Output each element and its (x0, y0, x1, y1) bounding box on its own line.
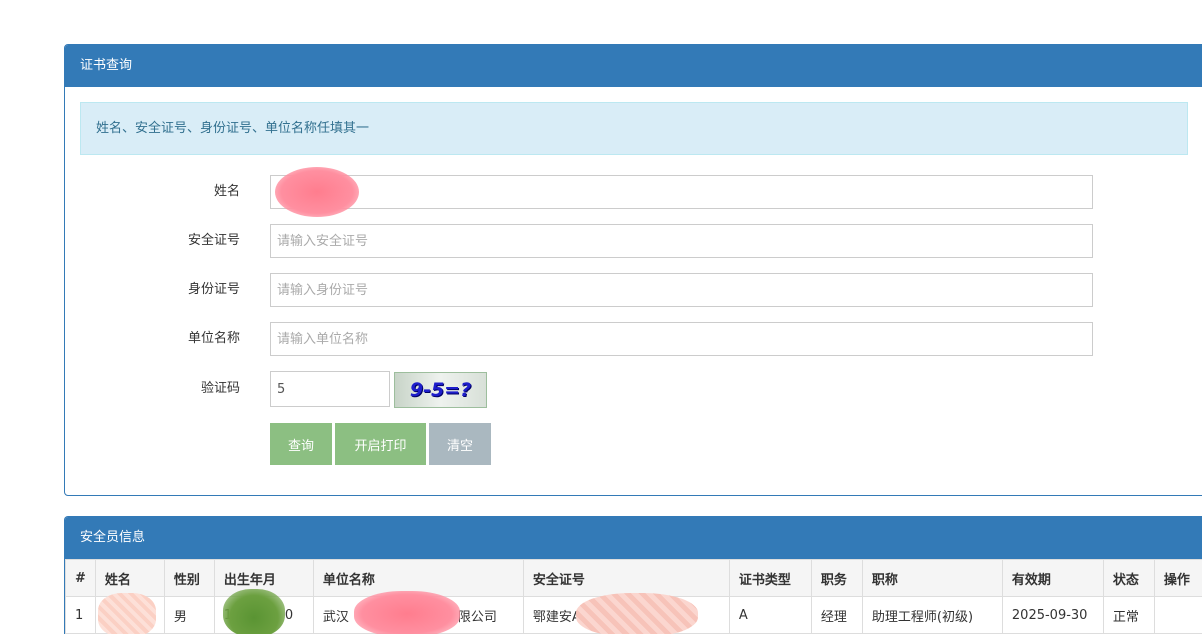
col-name: 姓名 (94, 559, 165, 597)
cell-cert-type: A (728, 596, 812, 634)
redaction-mark (575, 593, 698, 634)
col-status: 状态 (1102, 559, 1155, 597)
redaction-mark (353, 591, 460, 634)
captcha-image[interactable]: 9-5=? (394, 372, 487, 408)
captcha-input[interactable] (270, 371, 390, 407)
clear-button[interactable]: 清空 (429, 423, 491, 465)
company-row: 单位名称 (65, 322, 1202, 356)
col-safety-no: 安全证号 (522, 559, 730, 597)
cell-index: 1 (65, 596, 96, 634)
button-row: 查询 开启打印 清空 (65, 423, 1202, 465)
col-index: # (65, 559, 96, 597)
cell-safety-no: 鄂建安A 0 (522, 593, 730, 634)
info-panel-title: 安全员信息 (65, 517, 1202, 559)
id-no-row: 身份证号 (65, 273, 1202, 307)
company-input[interactable] (270, 322, 1093, 356)
safety-no-input[interactable] (270, 224, 1093, 258)
cell-company-head: 武汉 (322, 609, 349, 625)
cell-title: 助理工程师(初级) (861, 596, 1003, 634)
cell-position: 经理 (810, 596, 863, 634)
cell-name (94, 593, 165, 634)
cell-action[interactable] (1153, 596, 1202, 634)
table-row: 1 男 1 0 武汉 限公司 鄂建安A 0 (65, 589, 1202, 634)
name-row: 姓名 (65, 167, 1202, 217)
cell-company: 武汉 限公司 (312, 591, 524, 634)
safety-officer-info-panel: 安全员信息 # 姓名 性别 出生年月 单位名称 安全证号 证书类型 职务 职称 … (64, 516, 1202, 634)
col-gender: 性别 (163, 559, 215, 597)
col-title: 职称 (861, 559, 1003, 597)
name-label: 姓名 (213, 184, 240, 199)
company-label: 单位名称 (187, 331, 240, 346)
officer-table: # 姓名 性别 出生年月 单位名称 安全证号 证书类型 职务 职称 有效期 状态… (65, 559, 1202, 634)
query-button[interactable]: 查询 (270, 423, 332, 465)
cell-gender: 男 (163, 596, 215, 634)
cell-company-tail: 限公司 (457, 609, 497, 625)
col-cert-type: 证书类型 (728, 559, 812, 597)
cell-birth: 1 0 (213, 589, 314, 634)
safety-no-row: 安全证号 (65, 224, 1202, 258)
query-panel-title: 证书查询 (65, 45, 1202, 87)
cell-safety-no-head: 鄂建安A (532, 609, 581, 625)
col-position: 职务 (810, 559, 863, 597)
redaction-mark (97, 593, 156, 634)
col-valid-until: 有效期 (1001, 559, 1104, 597)
safety-no-label: 安全证号 (187, 233, 240, 248)
certificate-query-panel: 证书查询 姓名、安全证号、身份证号、单位名称任填其一 姓名 安全证号 身份证号 … (64, 44, 1202, 496)
query-hint: 姓名、安全证号、身份证号、单位名称任填其一 (80, 102, 1188, 155)
cell-valid-until: 2025-09-30 (1001, 596, 1104, 634)
captcha-label: 验证码 (200, 381, 240, 396)
redaction-mark (222, 589, 285, 634)
cell-status: 正常 (1102, 596, 1155, 634)
redaction-mark (275, 167, 359, 217)
id-no-input[interactable] (270, 273, 1093, 307)
id-no-label: 身份证号 (187, 282, 240, 297)
cell-birth-tail: 0 (284, 607, 294, 623)
name-input[interactable] (270, 175, 1093, 209)
print-toggle-button[interactable]: 开启打印 (335, 423, 426, 465)
col-action: 操作 (1153, 559, 1202, 597)
captcha-row: 验证码 9-5=? (65, 371, 1202, 409)
